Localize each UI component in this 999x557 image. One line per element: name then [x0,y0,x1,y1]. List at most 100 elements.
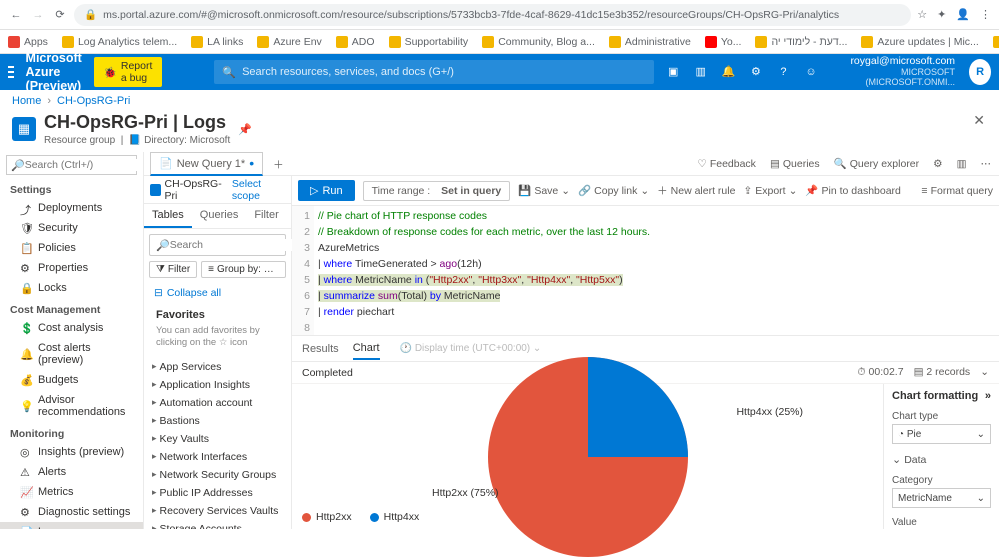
select-scope-link[interactable]: Select scope [232,178,285,202]
tab-results[interactable]: Results [302,339,339,359]
bookmark-item[interactable]: Community, Blog a... [482,36,595,48]
bookmark-item[interactable]: Yo... [705,36,742,48]
cloud-shell-icon[interactable]: ▣ [666,64,680,80]
notifications-icon[interactable]: 🔔 [721,64,735,80]
nav-metrics[interactable]: 📈Metrics [0,482,143,502]
filter-button[interactable]: ⧩Filter [149,261,197,278]
menu-icon[interactable]: ⋮ [980,8,991,21]
nav-budgets[interactable]: 💰Budgets [0,370,143,390]
nav-insights[interactable]: ◎Insights (preview) [0,442,143,462]
tab-chart[interactable]: Chart [353,338,380,360]
reload-icon[interactable]: ⟳ [52,7,68,23]
back-icon[interactable]: ← [8,7,24,23]
copy-link-button[interactable]: 🔗 Copy link ⌄ [578,184,649,197]
pin-icon[interactable]: 📌 [238,123,252,136]
bookmark-item[interactable]: Imported [993,36,999,48]
tree-item[interactable]: Application Insights [144,376,291,394]
nav-alerts[interactable]: ⚠Alerts [0,462,143,482]
search-icon: 🔎 [156,239,170,252]
section-data[interactable]: Data [892,453,991,466]
account-info[interactable]: roygal@microsoft.com MICROSOFT (MICROSOF… [832,56,955,87]
collapse-panel-icon[interactable]: » [985,390,991,402]
breadcrumb-rg[interactable]: CH-OpsRG-Pri [57,95,130,107]
tab-queries[interactable]: Queries [192,204,247,228]
tree-item[interactable]: Bastions [144,412,291,430]
nav-properties[interactable]: ⚙Properties [0,258,143,278]
export-button[interactable]: ⇪ Export ⌄ [743,185,797,197]
azure-brand[interactable]: Microsoft Azure (Preview) [26,51,82,93]
feedback-icon[interactable]: ☺ [804,64,818,80]
report-bug-button[interactable]: 🐞Report a bug [94,57,163,87]
nav-security[interactable]: 🛡Security [0,218,143,238]
pin-dashboard-button[interactable]: 📌 Pin to dashboard [805,184,900,197]
bookmark-item[interactable]: Administrative [609,36,691,48]
add-query-tab[interactable]: ＋ [269,153,288,176]
chart-legend: Http2xx Http4xx [302,511,419,523]
help-icon[interactable]: ? [777,64,791,80]
nav-deployments[interactable]: ⤴Deployments [0,198,143,218]
bookmark-item[interactable]: LA links [191,36,243,48]
query-editor[interactable]: 123456789 // Pie chart of HTTP response … [292,206,999,336]
feedback-link[interactable]: ♡ Feedback [697,158,756,170]
global-search-input[interactable] [242,66,646,78]
tree-item[interactable]: Recovery Services Vaults [144,502,291,520]
settings-icon[interactable]: ⚙ [749,64,763,80]
tree-item[interactable]: App Services [144,358,291,376]
profile-icon[interactable]: 👤 [956,8,970,21]
nav-policies[interactable]: 📋Policies [0,238,143,258]
apps-button[interactable]: Apps [8,36,48,48]
star-icon[interactable]: ☆ [917,8,927,21]
avatar[interactable]: R [969,59,991,85]
extension-icon[interactable]: ✦ [937,8,946,21]
queries-link[interactable]: ▤ Queries [770,158,820,170]
bookmark-item[interactable]: Azure updates | Mic... [861,36,978,48]
bookmark-item[interactable]: ADO [336,36,375,48]
chart-type-select[interactable]: ◔ Pie⌄ [892,424,991,444]
tab-tables[interactable]: Tables [144,204,192,228]
bookmark-item[interactable]: Log Analytics telem... [62,36,177,48]
tree-item[interactable]: Network Security Groups [144,466,291,484]
tree-item[interactable]: Storage Accounts [144,520,291,529]
tree-item[interactable]: Key Vaults [144,430,291,448]
bookmark-item[interactable]: Azure Env [257,36,321,48]
hamburger-icon[interactable] [8,62,14,82]
global-search[interactable]: 🔍 [214,60,654,84]
new-alert-button[interactable]: ＋ New alert rule [657,183,735,198]
bookmark-item[interactable]: דעת - לימודי יה... [755,36,847,48]
time-range-picker[interactable]: Time range : Set in query [363,181,511,201]
collapse-all-link[interactable]: ⊟Collapse all [144,283,291,303]
nav-locks[interactable]: 🔒Locks [0,278,143,298]
tab-filter[interactable]: Filter [246,204,286,228]
layout-icon[interactable]: ▥ [957,158,967,170]
schema-search[interactable]: 🔎 [149,234,286,256]
group-by-button[interactable]: ≡Group by: Resource T... [201,261,286,278]
directory-icon[interactable]: ▥ [694,64,708,80]
close-icon[interactable]: ✕ [973,112,985,129]
bookmark-item[interactable]: Supportability [389,36,469,48]
query-explorer-link[interactable]: 🔍 Query explorer [834,157,920,170]
lock-icon: 🔒 [84,8,97,21]
nav-cost-alerts[interactable]: 🔔Cost alerts (preview) [0,338,143,370]
query-tab[interactable]: 📄New Query 1*• [150,152,263,176]
resource-menu: 🔎 « Settings ⤴Deployments 🛡Security 📋Pol… [0,152,144,529]
forward-icon[interactable]: → [30,7,46,23]
settings-icon[interactable]: ⚙ [933,158,942,170]
run-button[interactable]: ▷ Run [298,180,355,201]
chevron-down-icon[interactable]: ⌄ [980,366,989,379]
category-select[interactable]: MetricName⌄ [892,488,991,508]
nav-logs[interactable]: 📄Logs [0,522,143,529]
address-bar[interactable]: 🔒 ms.portal.azure.com/#@microsoft.onmicr… [74,4,911,26]
nav-cost-analysis[interactable]: 💲Cost analysis [0,318,143,338]
nav-advisor-cost[interactable]: 💡Advisor recommendations [0,390,143,422]
display-time[interactable]: 🕐 Display time (UTC+00:00) ⌄ [400,343,542,354]
breadcrumb-home[interactable]: Home [12,95,41,107]
save-button[interactable]: 💾 Save ⌄ [518,184,570,197]
tree-item[interactable]: Network Interfaces [144,448,291,466]
scope-chip[interactable]: CH-OpsRG-Pri [150,178,226,202]
tree-item[interactable]: Automation account [144,394,291,412]
more-icon[interactable]: ⋯ [981,158,992,170]
resource-menu-search[interactable]: 🔎 « [6,155,137,175]
nav-diagnostic[interactable]: ⚙Diagnostic settings [0,502,143,522]
tree-item[interactable]: Public IP Addresses [144,484,291,502]
format-query-button[interactable]: ≡ Format query [921,185,993,197]
